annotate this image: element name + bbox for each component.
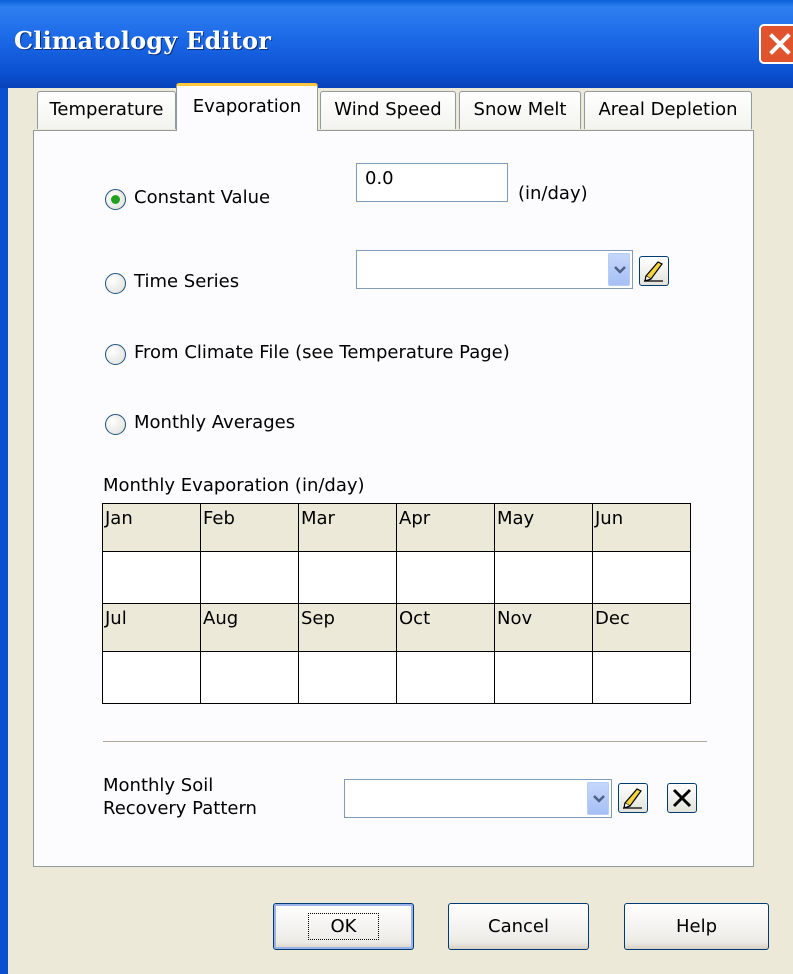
ok-button-label: OK xyxy=(307,913,380,940)
month-value-row xyxy=(102,651,691,704)
month-value-cell[interactable] xyxy=(494,551,593,604)
month-header: Sep xyxy=(298,603,397,652)
chevron-down-icon[interactable] xyxy=(608,253,630,286)
ok-button[interactable]: OK xyxy=(273,903,414,950)
month-header: May xyxy=(494,503,593,552)
window-title: Climatology Editor xyxy=(14,26,272,55)
month-header: Mar xyxy=(298,503,397,552)
time-series-edit-button[interactable] xyxy=(639,256,669,286)
tab-wind-speed[interactable]: Wind Speed xyxy=(320,91,456,129)
month-value-cell[interactable] xyxy=(102,551,201,604)
month-header: Jun xyxy=(592,503,691,552)
time-series-radio[interactable] xyxy=(105,273,126,294)
climatology-editor-dialog: Climatology Editor Temperature Evaporati… xyxy=(0,0,793,974)
radio-selected-dot xyxy=(111,195,120,204)
month-header: Aug xyxy=(200,603,299,652)
soil-recovery-dropdown[interactable] xyxy=(344,779,612,818)
title-bar[interactable]: Climatology Editor xyxy=(0,0,793,88)
separator-line xyxy=(103,741,707,743)
evaporation-panel xyxy=(33,130,754,867)
close-icon xyxy=(769,33,791,55)
month-value-row xyxy=(102,551,691,604)
month-value-cell[interactable] xyxy=(200,551,299,604)
month-header: Oct xyxy=(396,603,495,652)
time-series-label: Time Series xyxy=(134,271,240,292)
soil-recovery-delete-button[interactable] xyxy=(667,783,697,813)
monthly-evaporation-grid: Jan Feb Mar Apr May Jun Jul Aug Sep Oct … xyxy=(102,503,691,704)
tab-evaporation[interactable]: Evaporation xyxy=(176,83,318,131)
help-button[interactable]: Help xyxy=(624,903,769,950)
month-header-row: Jul Aug Sep Oct Nov Dec xyxy=(102,603,691,652)
soil-recovery-edit-button[interactable] xyxy=(618,783,648,813)
month-header: Nov xyxy=(494,603,593,652)
month-value-cell[interactable] xyxy=(298,551,397,604)
delete-x-icon xyxy=(672,788,692,808)
units-label: (in/day) xyxy=(518,183,588,204)
window-frame xyxy=(0,88,8,974)
time-series-dropdown[interactable] xyxy=(356,250,633,289)
soil-recovery-label-line2: Recovery Pattern xyxy=(103,798,257,819)
month-value-cell[interactable] xyxy=(592,651,691,704)
close-button[interactable] xyxy=(759,24,793,64)
month-header-row: Jan Feb Mar Apr May Jun xyxy=(102,503,691,552)
edit-pencil-icon xyxy=(623,788,642,809)
month-value-cell[interactable] xyxy=(396,651,495,704)
climate-file-label: From Climate File (see Temperature Page) xyxy=(134,342,510,363)
edit-pencil-icon xyxy=(644,261,663,282)
month-value-cell[interactable] xyxy=(200,651,299,704)
constant-value-label: Constant Value xyxy=(134,187,271,208)
monthly-averages-label: Monthly Averages xyxy=(134,412,296,433)
month-value-cell[interactable] xyxy=(102,651,201,704)
tab-temperature[interactable]: Temperature xyxy=(37,91,176,129)
month-header: Jul xyxy=(102,603,201,652)
cancel-button[interactable]: Cancel xyxy=(448,903,589,950)
month-value-cell[interactable] xyxy=(298,651,397,704)
constant-value-radio[interactable] xyxy=(105,189,126,210)
chevron-down-icon[interactable] xyxy=(587,782,609,815)
month-value-cell[interactable] xyxy=(592,551,691,604)
month-header: Dec xyxy=(592,603,691,652)
constant-value-input[interactable]: 0.0 xyxy=(356,163,508,202)
soil-recovery-label-line1: Monthly Soil xyxy=(103,775,214,796)
monthly-evaporation-label: Monthly Evaporation (in/day) xyxy=(103,475,365,496)
tab-snow-melt[interactable]: Snow Melt xyxy=(459,91,581,129)
month-header: Apr xyxy=(396,503,495,552)
month-value-cell[interactable] xyxy=(396,551,495,604)
climate-file-radio[interactable] xyxy=(105,344,126,365)
month-header: Feb xyxy=(200,503,299,552)
month-header: Jan xyxy=(102,503,201,552)
monthly-averages-radio[interactable] xyxy=(105,414,126,435)
month-value-cell[interactable] xyxy=(494,651,593,704)
tab-areal-depletion[interactable]: Areal Depletion xyxy=(584,91,752,129)
